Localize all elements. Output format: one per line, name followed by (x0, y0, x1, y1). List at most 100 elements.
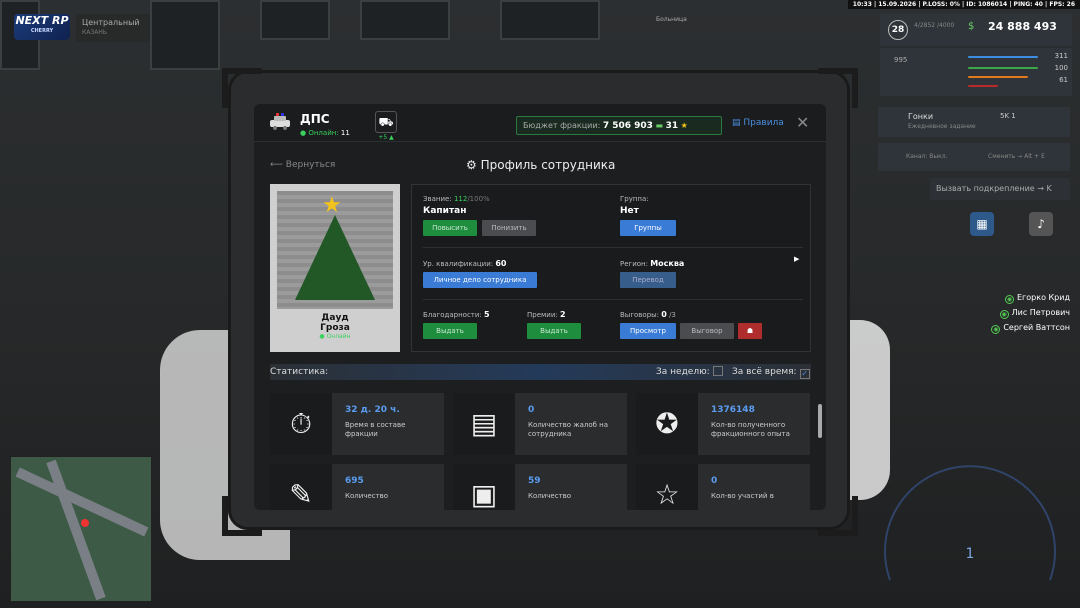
back-button[interactable]: ⟵ Вернуться (270, 160, 335, 170)
week-filter[interactable]: За неделю: (656, 364, 723, 380)
employee-photo-card: ★ Дауд Гроза ● Онлайн (270, 184, 400, 352)
hud-bar (968, 56, 1038, 58)
stat-value: 0 (711, 476, 718, 486)
stat-label: Кол-во участий в (711, 492, 774, 500)
statistics-title: Статистика: (270, 367, 329, 377)
stat-card: ☆ 0 Кол-во участий в (636, 464, 810, 510)
money-panel: 28 4/2852 /4000 $ 24 888 493 (880, 14, 1072, 46)
arrow-right-icon[interactable]: ▶ (794, 255, 799, 263)
cash-icon: $ (968, 21, 975, 32)
police-car-icon (270, 113, 290, 130)
qualification-label: Ур. квалификации: 60 (423, 259, 507, 268)
location-panel: Центральный КАЗАНЬ (76, 14, 150, 42)
rules-label: Правила (743, 118, 784, 128)
personal-file-button[interactable]: Личное дело сотрудника (423, 272, 537, 288)
give-thanks-button[interactable]: Выдать (423, 323, 477, 339)
channel-text: Канал: Выкл. (906, 153, 948, 160)
view-button[interactable]: Просмотр (620, 323, 676, 339)
stat-label: Количество жалоб на сотрудника (528, 421, 609, 438)
hud-bar (968, 76, 1028, 78)
page-title: ⚙ Профиль сотрудника (466, 158, 615, 172)
minimap[interactable] (10, 456, 152, 602)
demote-button[interactable]: Понизить (482, 220, 536, 236)
voice-icon: ◉ (991, 325, 1001, 334)
hud-bar-values: 311 100 61 (1050, 50, 1068, 86)
rank-label: Звание: 112/100% (423, 195, 490, 203)
backup-button[interactable]: Вызвать подкрепление → K (930, 178, 1070, 200)
stat-label: Количество (528, 492, 572, 500)
week-label: За неделю: (656, 367, 710, 377)
stat-label: Кол-во полученного фракционного опыта (711, 421, 790, 438)
online-label: Онлайн: (308, 129, 339, 137)
bell-icon[interactable]: ♪ (1029, 212, 1054, 236)
speed-value: 1 (966, 546, 975, 562)
server-logo: NEXT RP CHERRY (14, 14, 70, 40)
player-name: Сергей Ваттсон (1003, 323, 1070, 332)
rules-link[interactable]: ▤ Правила (732, 118, 784, 128)
status-bar: 10:33 | 15.09.2026 | P.LOSS: 0% | ID: 10… (847, 0, 1080, 9)
tablet-corner (222, 68, 262, 108)
race-subtitle: Ежедневное задание (908, 123, 976, 130)
location-subtext: КАЗАНЬ (82, 29, 107, 36)
divider (423, 299, 803, 300)
clipboard-icon: ✎ (270, 464, 332, 510)
statistics-header: Статистика: За неделю: За всё время: ✓ (270, 364, 811, 380)
tablet-corner (818, 68, 858, 108)
week-checkbox[interactable] (712, 366, 723, 376)
reprimand-button[interactable]: Выговор (680, 323, 734, 339)
player-item: ◉ Лис Петрович (991, 305, 1070, 320)
calendar-icon[interactable]: ▦ (970, 212, 994, 236)
player-item: ◉ Егорко Крид (991, 290, 1070, 305)
promote-button[interactable]: Повысить (423, 220, 477, 236)
building-window (500, 0, 600, 40)
thanks-value: 5 (484, 310, 490, 319)
stat-card: ▤ 0 Количество жалоб на сотрудника (453, 393, 627, 455)
stat-label: Время в составе фракции (345, 421, 406, 438)
fire-employee-icon[interactable]: ☗ (738, 323, 762, 339)
bar-value: 61 (1059, 76, 1068, 84)
scrollbar[interactable] (818, 404, 822, 438)
stat-card: ✎ 695 Количество (270, 464, 444, 510)
stats-panel: 995 311 100 61 (880, 48, 1072, 96)
transfer-button[interactable]: Перевод (620, 272, 676, 288)
rank-name: Капитан (423, 206, 467, 216)
hud-bar (968, 85, 998, 87)
thanks-label: Благодарности: 5 (423, 310, 490, 319)
stat-card: ▣ 59 Количество (453, 464, 627, 510)
building-window (360, 0, 450, 40)
region-value: Москва (650, 259, 685, 268)
online-count: 11 (340, 129, 350, 137)
employee-status: ● Онлайн (319, 333, 351, 340)
star-icon: ★ (680, 121, 688, 130)
stat-card: ✪ 1376148 Кол-во полученного фракционного … (636, 393, 810, 455)
channel-switch-text: Сменить → Alt + E (988, 153, 1045, 160)
player-name: Егорко Крид (1017, 293, 1070, 302)
cart-icon[interactable]: ⛟ (375, 111, 397, 133)
group-label: Группа: (620, 195, 649, 203)
hud-bar (968, 67, 1038, 69)
cart-badge: +5 ▲ (378, 134, 394, 141)
bonus-label: Премии: 2 (527, 310, 566, 319)
give-bonus-button[interactable]: Выдать (527, 323, 581, 339)
close-icon[interactable]: ✕ (796, 113, 809, 132)
player-marker-icon (81, 519, 89, 527)
mugshot: ★ (277, 191, 393, 309)
voice-icon: ◉ (1005, 295, 1014, 304)
speedometer: 1 (884, 465, 1056, 581)
player-item: ◉ Сергей Ваттсон (991, 320, 1070, 335)
alltime-filter[interactable]: За всё время: ✓ (732, 364, 810, 380)
backup-label: Вызвать подкрепление → K (936, 184, 1052, 193)
race-panel: Гонки Ежедневное задание 5K 1 (878, 107, 1070, 137)
armor-value: 995 (894, 56, 908, 64)
faction-tablet-screen: ДПС ● Онлайн: 11 ⛟ +5 ▲ Бюджет фракции: … (254, 104, 826, 510)
employee-first-name: Дауд (321, 313, 349, 323)
reprimands-label: Выговоры: 0 /3 (620, 310, 676, 319)
region-label: Регион: Москва (620, 259, 685, 268)
side-icons: ▦ ♪ (970, 212, 1054, 236)
player-name: Лис Петрович (1011, 308, 1070, 317)
alltime-checkbox[interactable]: ✓ (799, 369, 810, 379)
groups-button[interactable]: Группы (620, 220, 676, 236)
money-icon: ▬ (655, 121, 664, 130)
stat-value: 695 (345, 476, 364, 486)
race-reward: 5K 1 (1000, 112, 1016, 120)
